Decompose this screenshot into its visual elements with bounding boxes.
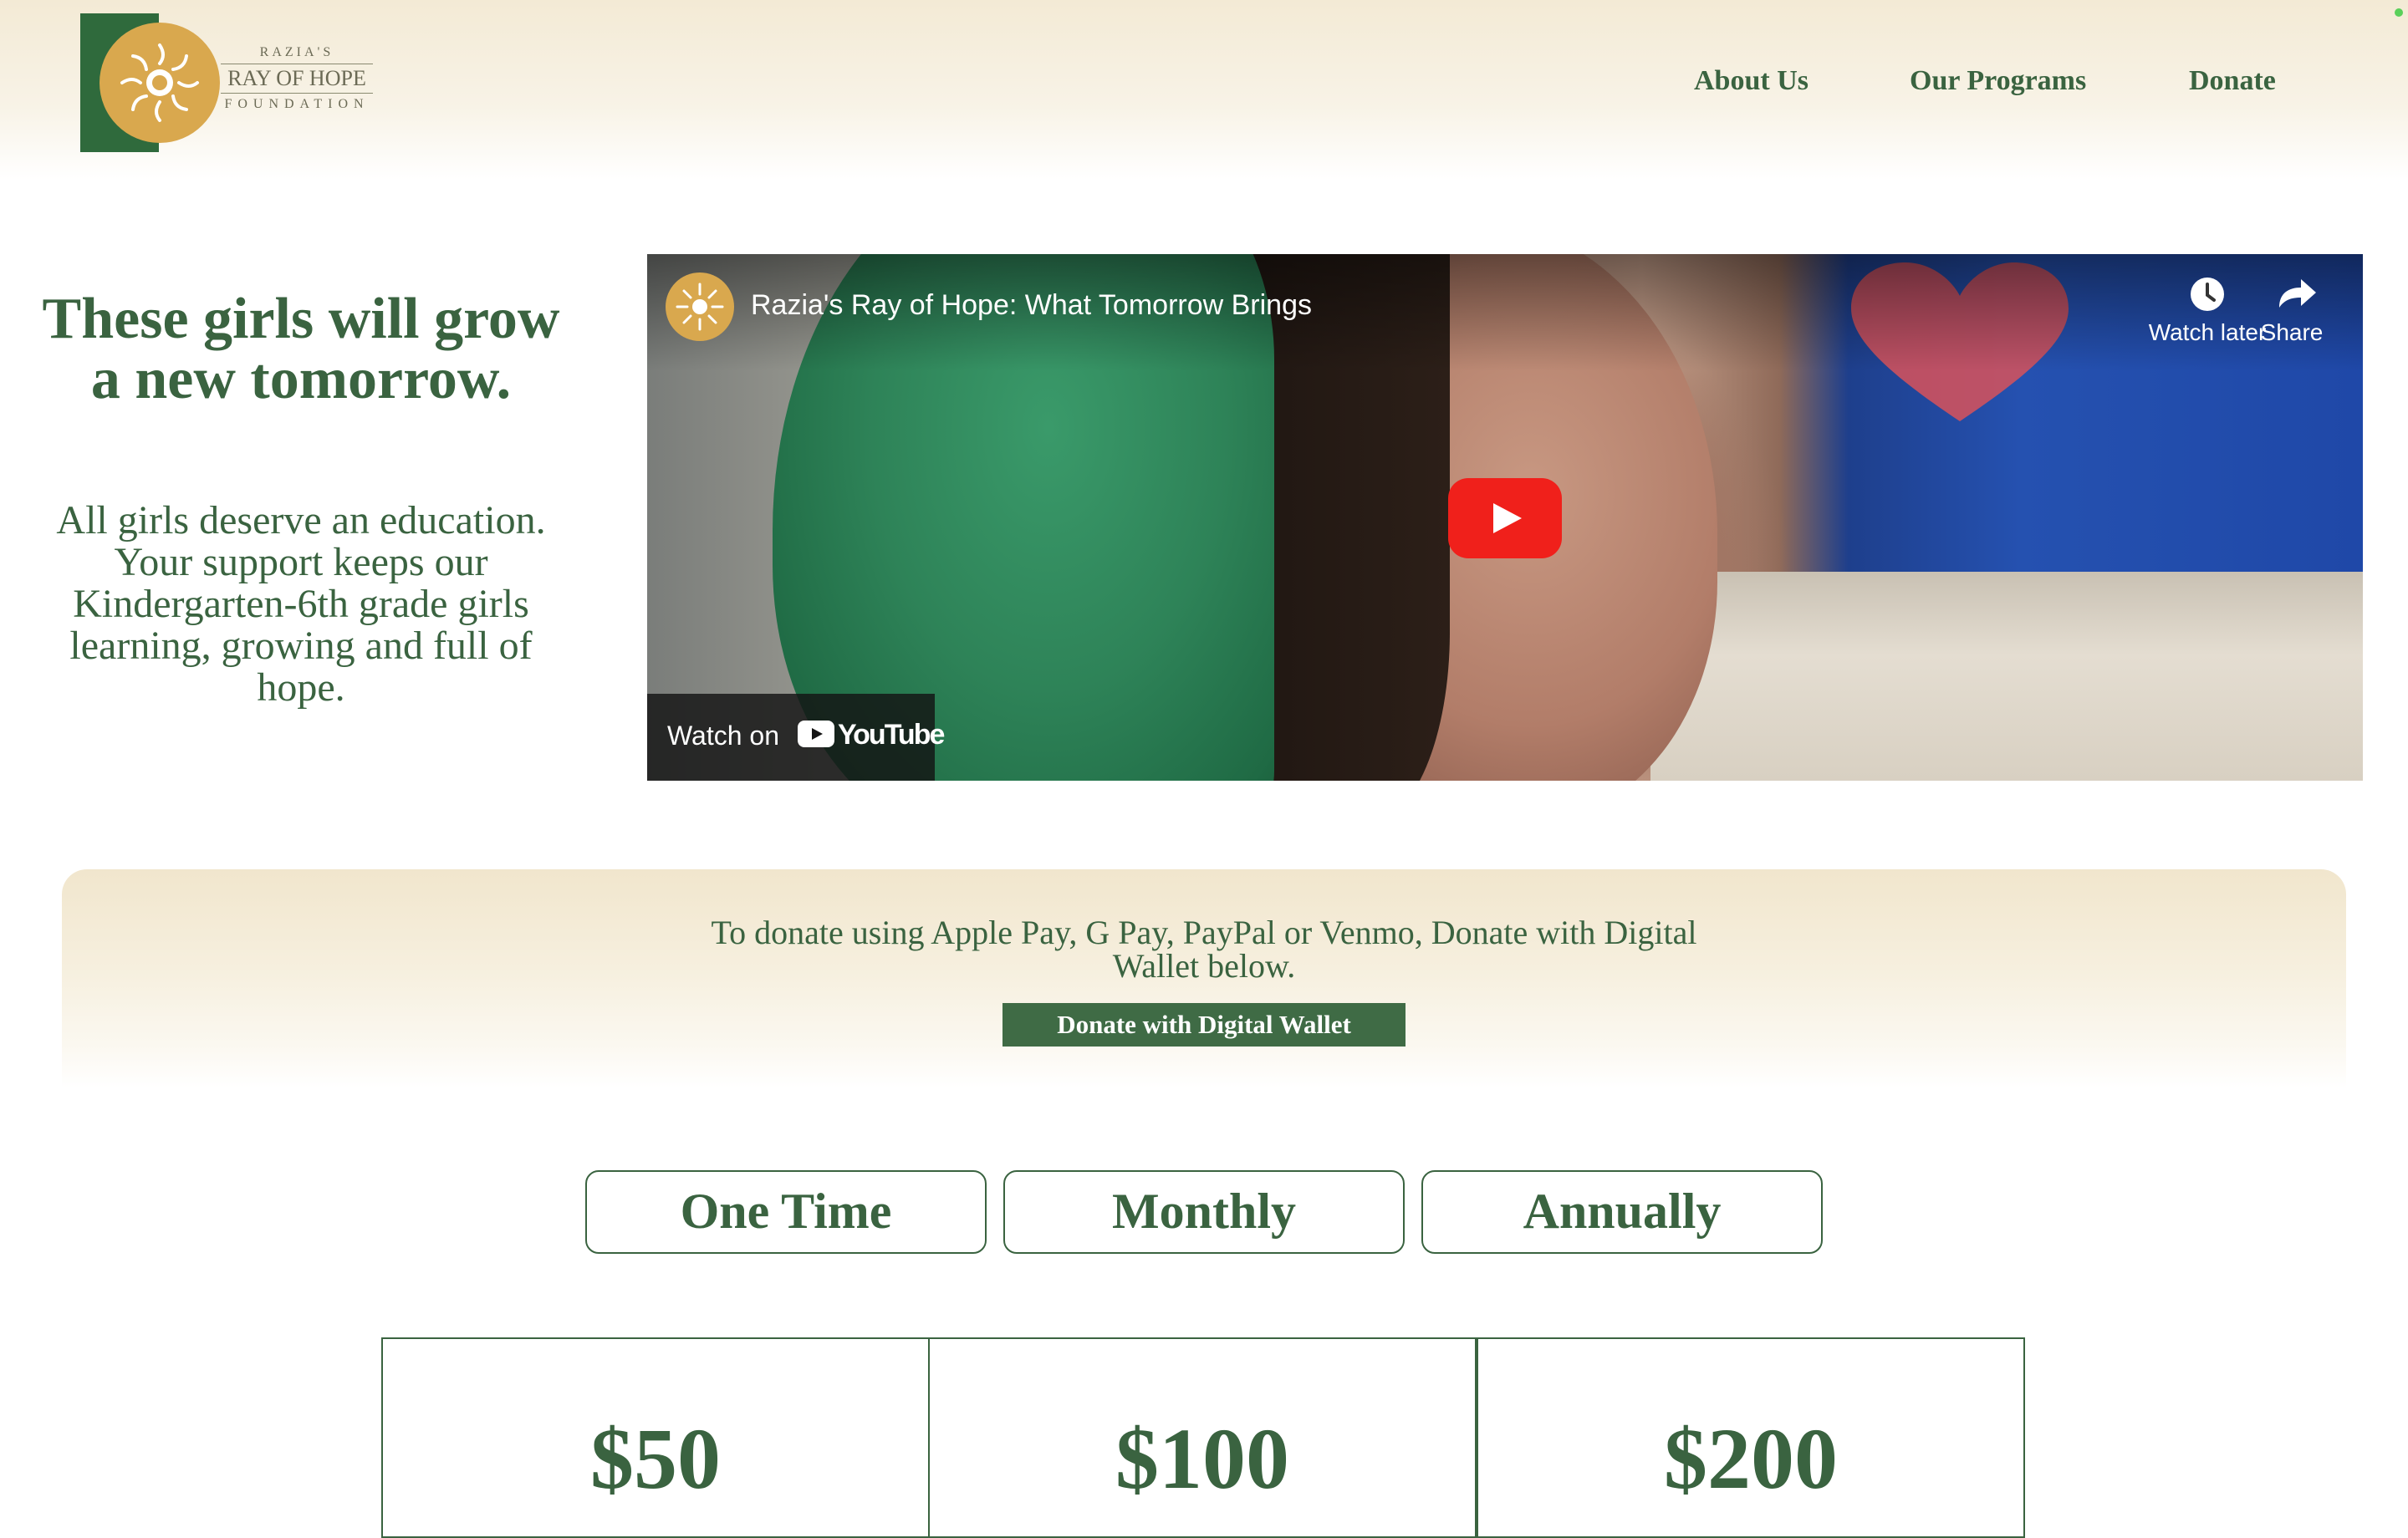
frequency-annually-tab[interactable]: Annually [1421, 1170, 1823, 1254]
logo-line-1: RAZIA'S [259, 45, 334, 59]
frequency-one-time-tab[interactable]: One Time [585, 1170, 987, 1254]
status-indicator-dot [2395, 8, 2403, 17]
nav-about-us[interactable]: About Us [1694, 65, 1809, 97]
share-arrow-icon [2279, 279, 2316, 308]
donate-digital-wallet-button[interactable]: Donate with Digital Wallet [1002, 1003, 1406, 1047]
hero-title: These girls will grow a new tomorrow. [42, 287, 560, 411]
watch-on-label: Watch on [667, 721, 779, 751]
logo-wordmark: RAZIA'S RAY OF HOPE FOUNDATION [221, 45, 373, 112]
youtube-wordmark: YouTube [838, 719, 945, 751]
logo-line-2: RAY OF HOPE [221, 64, 373, 94]
amount-option-50[interactable]: $50 [381, 1337, 930, 1538]
amount-option-100[interactable]: $100 [928, 1337, 1477, 1538]
youtube-logo-icon [798, 721, 834, 747]
share-label: Share [2260, 319, 2324, 345]
play-button[interactable] [1448, 478, 1562, 558]
play-icon [1493, 503, 1522, 533]
amount-option-200[interactable]: $200 [1477, 1337, 2025, 1538]
site-header: RAZIA'S RAY OF HOPE FOUNDATION About Us … [0, 0, 2408, 180]
channel-avatar[interactable] [666, 272, 734, 341]
sun-avatar-icon [676, 283, 724, 331]
nav-our-programs[interactable]: Our Programs [1910, 65, 2086, 97]
watch-on-youtube-button[interactable]: Watch on YouTube [647, 694, 945, 781]
digital-wallet-panel: To donate using Apple Pay, G Pay, PayPal… [62, 869, 2346, 1088]
youtube-video-player[interactable]: Razia's Ray of Hope: What Tomorrow Bring… [647, 254, 2363, 781]
logo-line-3: FOUNDATION [224, 97, 370, 111]
site-logo[interactable]: RAZIA'S RAY OF HOPE FOUNDATION [80, 13, 373, 152]
share-button[interactable]: Share [2246, 272, 2338, 346]
frequency-monthly-tab[interactable]: Monthly [1003, 1170, 1405, 1254]
video-title[interactable]: Razia's Ray of Hope: What Tomorrow Bring… [751, 289, 1312, 322]
hero-subtitle: All girls deserve an education. Your sup… [56, 498, 546, 710]
sun-logo-icon [99, 23, 220, 143]
video-thumbnail-table [1650, 572, 2363, 781]
nav-donate[interactable]: Donate [2189, 65, 2276, 97]
digital-wallet-info: To donate using Apple Pay, G Pay, PayPal… [711, 914, 1697, 985]
